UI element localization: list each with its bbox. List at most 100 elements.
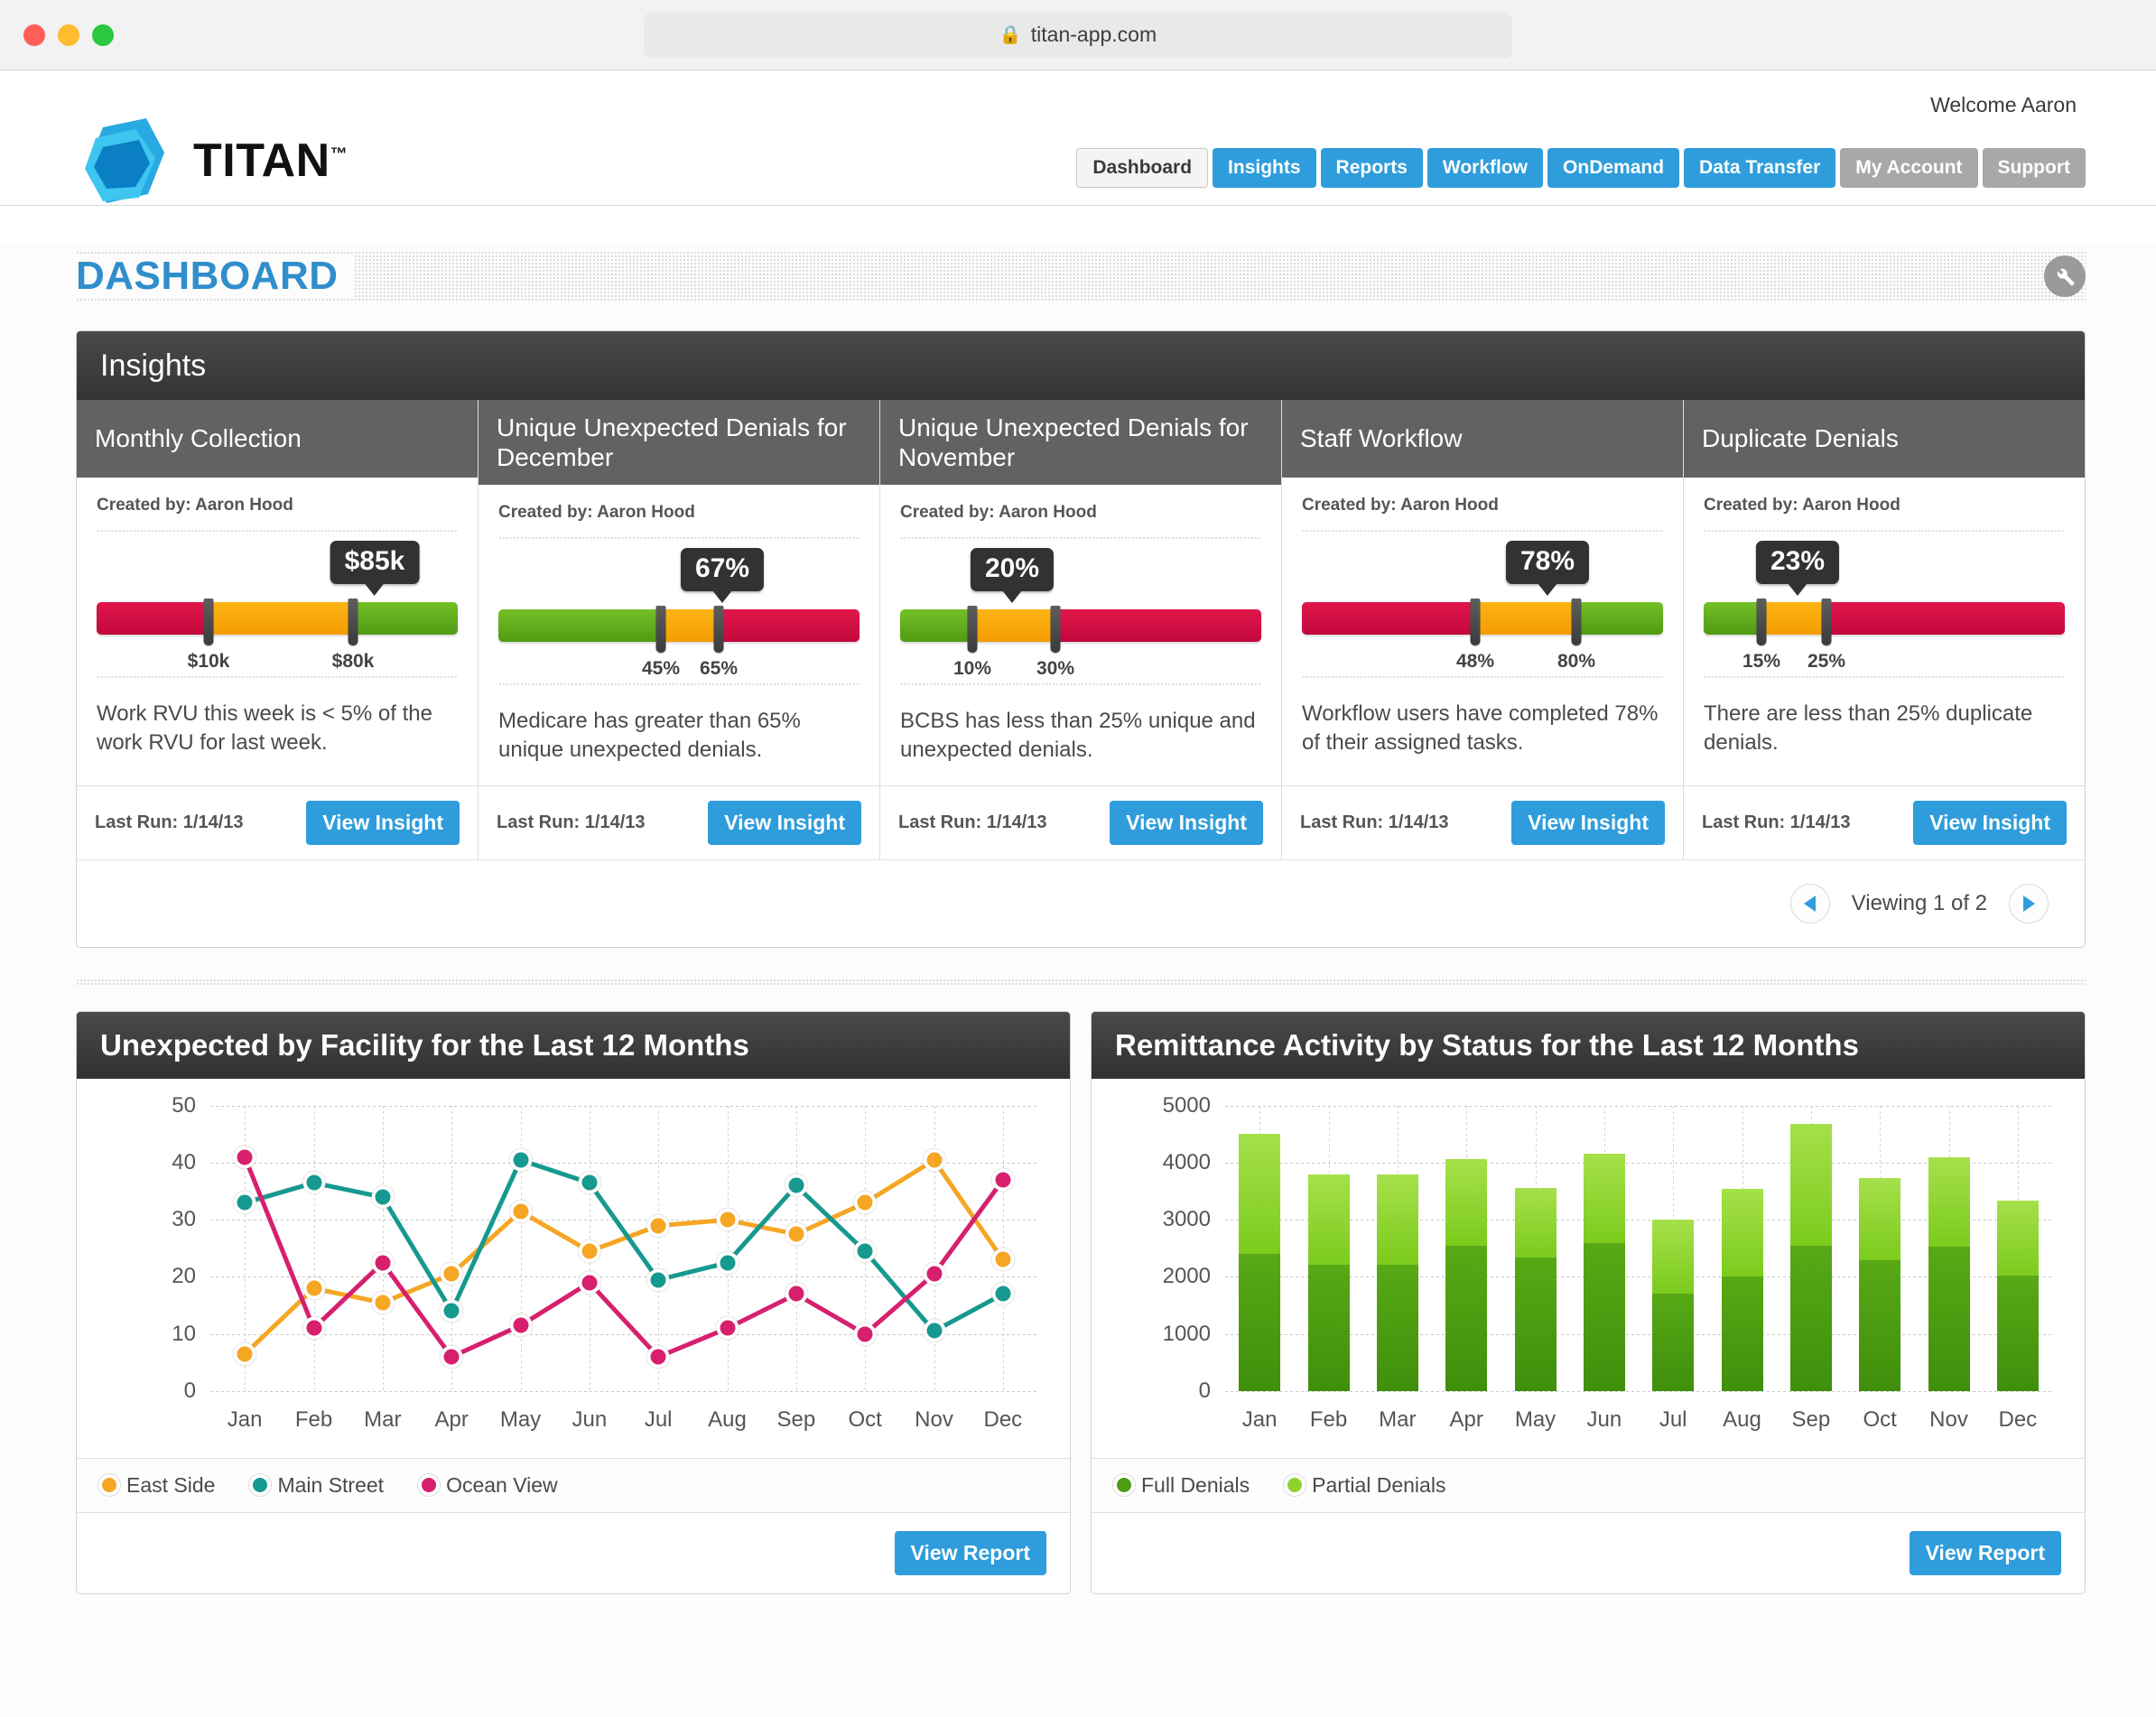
gauge-value-bubble: $85k — [330, 541, 420, 584]
bar-segment-partial-denials — [1514, 1187, 1557, 1258]
insight-card[interactable]: Unique Unexpected Denials for December C… — [479, 400, 880, 859]
insight-card-body: Created by: Aaron Hood 23% 15% 25% There… — [1684, 478, 2085, 785]
y-axis-tick-label: 20 — [172, 1264, 196, 1289]
address-bar[interactable]: 🔒 titan-app.com — [644, 12, 1512, 58]
data-point — [581, 1275, 598, 1291]
x-axis-tick-label: Nov — [1929, 1406, 1968, 1432]
line-chart-legend: East Side Main Street Ocean View — [77, 1457, 1070, 1513]
insight-card-title: Duplicate Denials — [1702, 424, 1899, 453]
insight-card-list: Monthly Collection Created by: Aaron Hoo… — [77, 400, 2085, 859]
divider — [97, 530, 458, 532]
gauge-segment-red — [1055, 609, 1261, 643]
bar-segment-full-denials — [1996, 1276, 2039, 1391]
insight-card-header: Staff Workflow — [1282, 400, 1683, 478]
nav-item-my-account[interactable]: My Account — [1840, 148, 1978, 188]
view-insight-button[interactable]: View Insight — [708, 800, 861, 845]
gauge-segment-red — [1826, 602, 2065, 635]
nav-item-ondemand[interactable]: OnDemand — [1547, 148, 1680, 188]
legend-item: Ocean View — [422, 1473, 558, 1498]
insight-card-title: Monthly Collection — [95, 424, 302, 453]
insight-created-by: Created by: Aaron Hood — [1302, 496, 1499, 515]
insight-last-run: Last Run: 1/14/13 — [1702, 812, 1851, 832]
line-chart-canvas: 0 10 20 30 40 50 Jan Feb Mar Apr May Jun Jul Aug Sep Oc… — [77, 1079, 1070, 1458]
gauge-threshold-marker — [1571, 599, 1582, 645]
brand-logo[interactable]: TITAN™ — [76, 111, 348, 210]
x-axis-tick-label: Oct — [848, 1406, 882, 1432]
legend-color-swatch — [422, 1478, 437, 1493]
next-page-button[interactable] — [2009, 883, 2049, 923]
insight-created-by: Created by: Aaron Hood — [1704, 496, 1900, 515]
x-axis-tick-label: Dec — [983, 1406, 1023, 1432]
nav-item-insights[interactable]: Insights — [1213, 148, 1316, 188]
data-point — [375, 1255, 391, 1271]
x-axis-tick-label: Jun — [572, 1406, 608, 1432]
data-point — [995, 1172, 1011, 1188]
brand-name-text: TITAN — [193, 135, 330, 187]
bar-column — [1376, 1174, 1418, 1391]
bar-segment-full-denials — [1376, 1265, 1418, 1391]
gauge-threshold-label: 10% — [953, 658, 992, 680]
wrench-icon[interactable] — [2044, 255, 2086, 297]
nav-item-reports[interactable]: Reports — [1320, 148, 1423, 188]
gauge-threshold-marker — [1050, 606, 1061, 654]
nav-item-dashboard[interactable]: Dashboard — [1076, 148, 1209, 188]
data-point — [443, 1349, 460, 1365]
insight-card[interactable]: Duplicate Denials Created by: Aaron Hood… — [1684, 400, 2085, 859]
view-report-button[interactable]: View Report — [1909, 1530, 2061, 1575]
bar-segment-full-denials — [1859, 1259, 1901, 1391]
nav-item-support[interactable]: Support — [1982, 148, 2086, 188]
view-insight-button[interactable]: View Insight — [1110, 800, 1263, 845]
legend-item: Main Street — [253, 1473, 384, 1498]
gauge-segment-red — [97, 602, 209, 635]
insight-created-by: Created by: Aaron Hood — [900, 503, 1097, 523]
gauge-segment-amber — [1761, 602, 1826, 635]
divider — [900, 683, 1261, 686]
data-point — [443, 1303, 460, 1319]
nav-item-workflow[interactable]: Workflow — [1426, 148, 1544, 188]
bar-segment-full-denials — [1789, 1246, 1832, 1391]
insight-card-title: Staff Workflow — [1300, 424, 1463, 453]
brand-name: TITAN™ — [193, 134, 348, 188]
browser-chrome: 🔒 titan-app.com — [0, 0, 2156, 70]
data-point — [926, 1323, 942, 1339]
legend-label: Partial Denials — [1312, 1472, 1446, 1497]
data-point — [926, 1266, 942, 1282]
gauge-segment-red — [719, 609, 860, 643]
insight-description: Medicare has greater than 65% unique une… — [498, 709, 801, 763]
insight-card-header: Unique Unexpected Denials for November — [880, 400, 1281, 486]
lock-icon: 🔒 — [999, 24, 1022, 45]
welcome-message: Welcome Aaron — [1930, 93, 2077, 116]
line-chart-title: Unexpected by Facility for the Last 12 M… — [100, 1027, 749, 1062]
insight-gauge: 20% 10% 30% — [900, 548, 1261, 683]
view-insight-button[interactable]: View Insight — [306, 800, 460, 845]
bar-segment-partial-denials — [1859, 1178, 1901, 1260]
previous-page-button[interactable] — [1789, 883, 1830, 923]
gauge-threshold-label: 65% — [699, 658, 739, 680]
insight-card-body: Created by: Aaron Hood $85k $10k $80k Wo… — [77, 478, 478, 785]
gauge-threshold-label: 45% — [641, 658, 681, 680]
gauge-threshold-marker — [1470, 599, 1481, 645]
x-axis-tick-label: Feb — [294, 1406, 333, 1432]
insight-description: Workflow users have completed 78% of the… — [1302, 701, 1659, 756]
x-axis-tick-label: Dec — [1998, 1406, 2038, 1432]
view-insight-button[interactable]: View Insight — [1511, 800, 1665, 845]
insight-card[interactable]: Staff Workflow Created by: Aaron Hood 78… — [1282, 400, 1684, 859]
line-chart-footer: View Report — [77, 1512, 1070, 1593]
insight-card[interactable]: Monthly Collection Created by: Aaron Hoo… — [77, 400, 479, 859]
close-window-button[interactable] — [23, 23, 45, 46]
bar-segment-partial-denials — [1789, 1124, 1832, 1247]
insight-card-title: Unique Unexpected Denials for November — [898, 413, 1249, 472]
bar-segment-full-denials — [1514, 1257, 1557, 1391]
minimize-window-button[interactable] — [58, 23, 79, 46]
x-axis-tick-label: Mar — [364, 1406, 402, 1432]
divider — [900, 537, 1261, 540]
insights-pagination: Viewing 1 of 2 — [77, 858, 2085, 947]
nav-item-data-transfer[interactable]: Data Transfer — [1684, 148, 1836, 188]
view-report-button[interactable]: View Report — [894, 1530, 1046, 1575]
section-divider — [76, 978, 2086, 986]
data-point — [513, 1152, 528, 1168]
insight-card[interactable]: Unique Unexpected Denials for November C… — [880, 400, 1282, 859]
bar-segment-partial-denials — [1307, 1174, 1350, 1265]
maximize-window-button[interactable] — [92, 23, 114, 46]
view-insight-button[interactable]: View Insight — [1913, 800, 2067, 845]
